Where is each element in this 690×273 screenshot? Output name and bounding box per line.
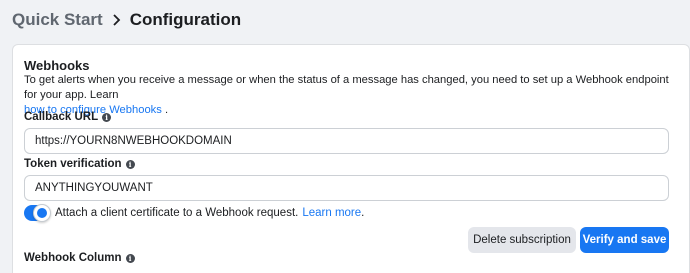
- info-icon[interactable]: i: [125, 253, 135, 263]
- chevron-right-icon: [112, 14, 121, 26]
- page-title: Configuration: [129, 10, 242, 29]
- webhook-column-label: Webhook Column i: [24, 252, 135, 264]
- learn-more-link[interactable]: Learn more: [302, 207, 361, 219]
- info-icon[interactable]: i: [102, 112, 112, 122]
- callback-url-label-text: Callback URL: [24, 111, 99, 123]
- certificate-toggle[interactable]: [24, 204, 51, 222]
- certificate-text: Attach a client certificate to a Webhook…: [55, 207, 299, 219]
- webhooks-description-text: To get alerts when you receive a message…: [24, 74, 669, 101]
- token-verification-label: Token verification i: [24, 158, 135, 170]
- delete-subscription-button[interactable]: Delete subscription: [468, 227, 576, 253]
- verify-and-save-button[interactable]: Verify and save: [580, 227, 669, 253]
- breadcrumb-quick-start[interactable]: Quick Start: [12, 10, 103, 30]
- certificate-toggle-row: Attach a client certificate to a Webhook…: [24, 204, 365, 222]
- info-icon[interactable]: i: [125, 159, 135, 169]
- certificate-end: .: [361, 207, 365, 219]
- webhooks-description: To get alerts when you receive a message…: [24, 73, 674, 118]
- webhooks-description-end: .: [161, 104, 169, 116]
- token-verification-label-text: Token verification: [24, 158, 122, 170]
- toggle-knob: [33, 204, 51, 222]
- callback-url-input[interactable]: [24, 128, 669, 154]
- token-verification-input[interactable]: [24, 175, 669, 201]
- breadcrumb: Quick Start Configuration: [12, 8, 241, 32]
- webhooks-title: Webhooks: [24, 58, 90, 73]
- webhooks-card: Webhooks To get alerts when you receive …: [12, 44, 690, 273]
- webhook-column-label-text: Webhook Column: [24, 252, 122, 264]
- callback-url-label: Callback URL i: [24, 111, 112, 123]
